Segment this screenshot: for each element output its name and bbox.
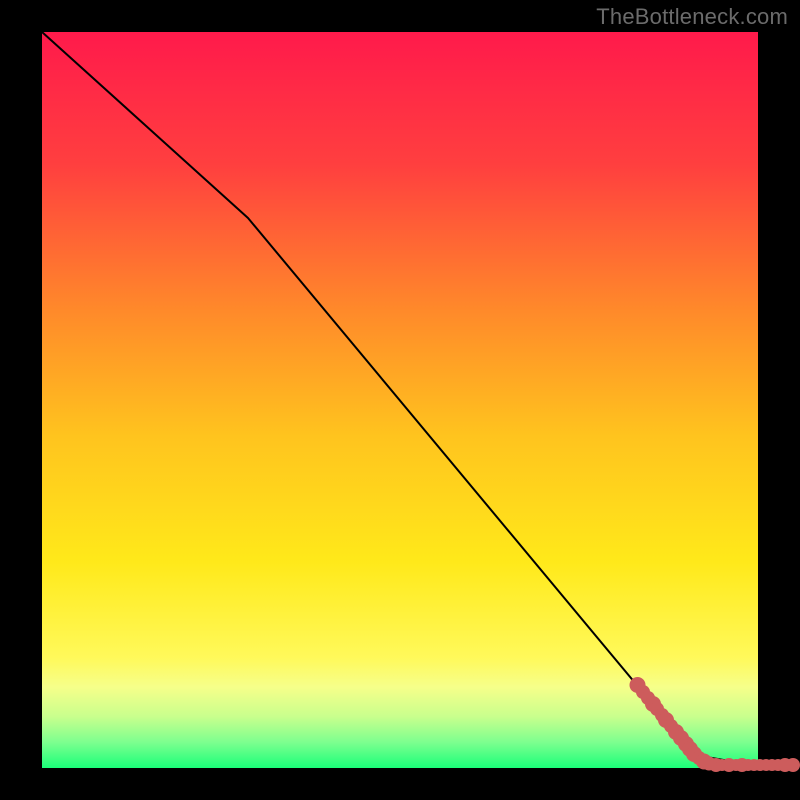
- chart-container: { "watermark": "TheBottleneck.com", "cha…: [0, 0, 800, 800]
- chart-svg: [0, 0, 800, 800]
- watermark-text: TheBottleneck.com: [596, 4, 788, 30]
- marker-dot: [786, 758, 800, 772]
